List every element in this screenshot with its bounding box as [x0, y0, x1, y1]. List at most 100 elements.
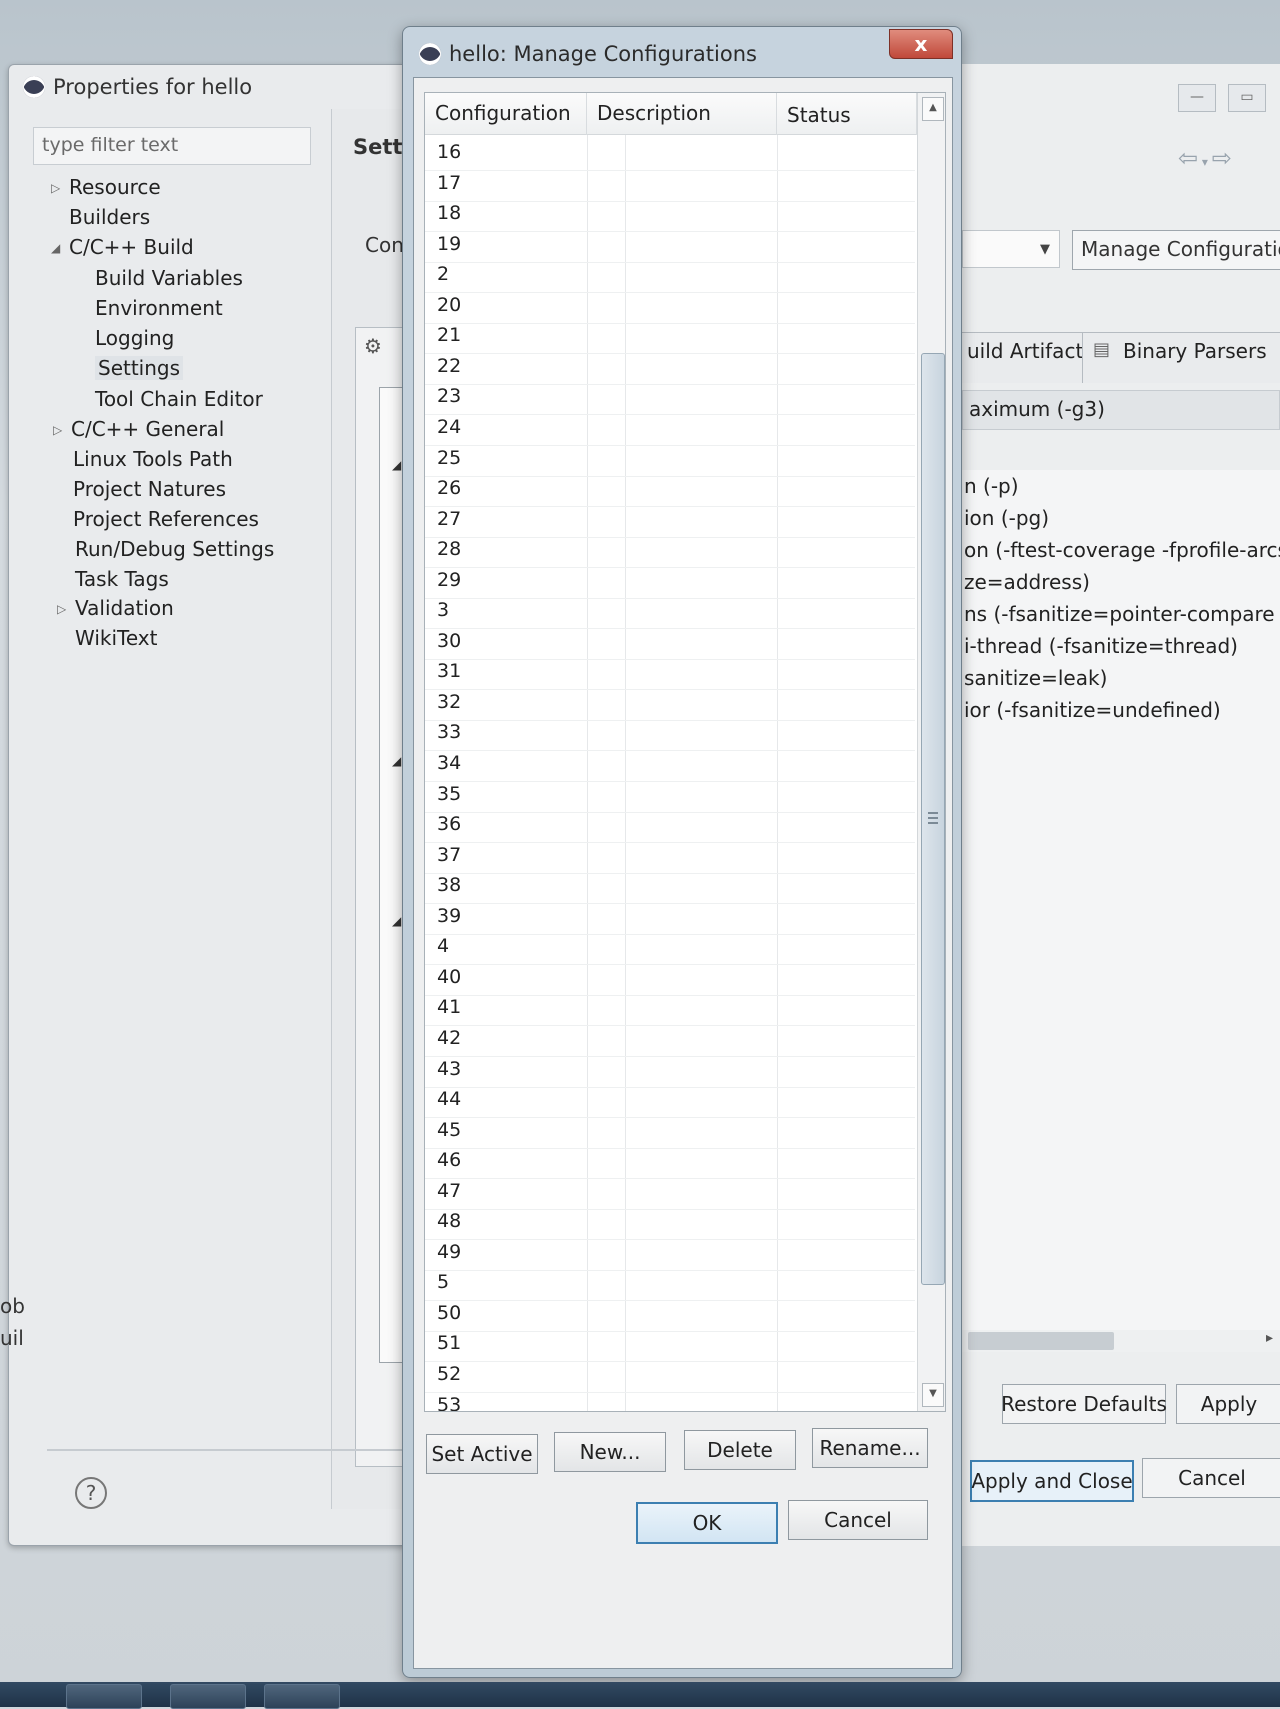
filter-input[interactable]: type filter text — [33, 127, 311, 165]
table-row[interactable]: 3 — [425, 595, 915, 630]
table-row[interactable]: 52 — [425, 1359, 915, 1393]
delete-button[interactable]: Delete — [684, 1430, 796, 1470]
debug-level-field[interactable]: aximum (-g3) — [962, 390, 1280, 430]
table-row[interactable]: 2 — [425, 259, 915, 294]
ok-button[interactable]: OK — [636, 1502, 778, 1544]
back-arrow-icon[interactable]: ⇦ — [1178, 144, 1198, 172]
table-row[interactable]: 28 — [425, 534, 915, 569]
table-row[interactable]: 36 — [425, 809, 915, 844]
tree-item[interactable]: Settings — [95, 356, 184, 380]
tree-item[interactable]: Project Natures — [73, 477, 226, 501]
table-row[interactable]: 33 — [425, 717, 915, 752]
table-row[interactable]: 38 — [425, 870, 915, 905]
table-row[interactable]: 24 — [425, 412, 915, 446]
tree-item[interactable]: Build Variables — [95, 266, 243, 290]
table-row[interactable]: 21 — [425, 320, 915, 355]
table-row[interactable]: 18 — [425, 198, 915, 233]
table-row[interactable]: 44 — [425, 1084, 915, 1119]
rename-button[interactable]: Rename... — [812, 1428, 928, 1468]
tab-build-artifact[interactable]: uild Artifact — [958, 332, 1096, 383]
table-row[interactable]: 48 — [425, 1206, 915, 1241]
sash-divider[interactable] — [331, 109, 332, 1509]
table-row[interactable]: 19 — [425, 229, 915, 263]
tree-item[interactable]: WikiText — [75, 626, 157, 650]
option-item[interactable]: n (-p) — [964, 474, 1019, 498]
help-icon[interactable]: ? — [75, 1477, 107, 1509]
manage-configurations-button[interactable]: Manage Configuratio — [1072, 230, 1280, 270]
expand-triangle-icon[interactable]: ◢ — [392, 754, 401, 768]
option-item[interactable]: on (-ftest-coverage -fprofile-arcs) — [964, 538, 1280, 562]
option-item[interactable]: ior (-fsanitize=undefined) — [964, 698, 1221, 722]
tree-item[interactable]: Logging — [95, 326, 174, 350]
table-row[interactable]: 27 — [425, 504, 915, 538]
dialog-cancel-button[interactable]: Cancel — [788, 1500, 928, 1540]
table-row[interactable]: 4 — [425, 931, 915, 966]
forward-arrow-icon[interactable]: ⇨ — [1212, 144, 1232, 172]
tree-item[interactable]: Task Tags — [75, 567, 169, 591]
taskbar-item[interactable] — [66, 1684, 142, 1709]
close-button[interactable]: x — [889, 29, 953, 59]
table-row[interactable]: 26 — [425, 473, 915, 508]
tree-item[interactable]: Run/Debug Settings — [75, 537, 274, 561]
tree-item[interactable]: Environment — [95, 296, 223, 320]
option-item[interactable]: ion (-pg) — [964, 506, 1049, 530]
option-item[interactable]: i-thread (-fsanitize=thread) — [964, 634, 1238, 658]
minimize-icon[interactable]: — — [1178, 84, 1216, 112]
properties-cancel-button[interactable]: Cancel — [1142, 1458, 1280, 1498]
set-active-button[interactable]: Set Active — [426, 1434, 538, 1474]
expanded-triangle-icon[interactable]: ◢ — [51, 241, 60, 255]
tree-item[interactable]: Project References — [73, 507, 259, 531]
taskbar-item[interactable] — [264, 1684, 340, 1709]
table-row[interactable]: 23 — [425, 381, 915, 416]
table-row[interactable]: 20 — [425, 290, 915, 324]
tree-item[interactable]: Tool Chain Editor — [95, 387, 263, 411]
history-dropdown-icon[interactable]: ▾ — [1198, 155, 1212, 169]
tree-item[interactable]: Linux Tools Path — [73, 447, 233, 471]
table-row[interactable]: 37 — [425, 840, 915, 874]
option-item[interactable]: ze=address) — [964, 570, 1090, 594]
table-row[interactable]: 42 — [425, 1023, 915, 1057]
tree-item[interactable]: C/C++ General — [71, 417, 224, 441]
restore-defaults-button[interactable]: Restore Defaults — [1001, 1384, 1167, 1424]
collapsed-triangle-icon[interactable]: ▷ — [57, 602, 66, 616]
vertical-scroll-thumb[interactable] — [921, 353, 945, 1285]
table-row[interactable]: 35 — [425, 779, 915, 813]
table-row[interactable]: 16 — [425, 137, 915, 171]
table-row[interactable]: 39 — [425, 901, 915, 935]
table-row[interactable]: 30 — [425, 626, 915, 660]
taskbar-item[interactable] — [170, 1684, 246, 1709]
tree-item[interactable]: C/C++ Build — [69, 235, 194, 259]
tab-binary-parsers[interactable]: ▤ Binary Parsers — [1082, 332, 1280, 383]
table-row[interactable]: 17 — [425, 168, 915, 202]
table-row[interactable]: 29 — [425, 565, 915, 599]
table-row[interactable]: 50 — [425, 1298, 915, 1332]
apply-and-close-button[interactable]: Apply and Close — [970, 1460, 1134, 1502]
tree-item[interactable]: Validation — [75, 596, 174, 620]
table-row[interactable]: 46 — [425, 1145, 915, 1180]
table-row[interactable]: 45 — [425, 1115, 915, 1149]
apply-button[interactable]: Apply — [1176, 1384, 1280, 1424]
column-header-description[interactable]: Description — [587, 93, 777, 135]
table-row[interactable]: 41 — [425, 992, 915, 1027]
vertical-scrollbar[interactable]: ▲ ▼ — [917, 93, 945, 1411]
chevron-down-icon[interactable]: ▼ — [1040, 242, 1050, 257]
new-button[interactable]: New... — [554, 1432, 666, 1472]
expand-triangle-icon[interactable]: ◢ — [392, 914, 401, 928]
scroll-down-icon[interactable]: ▼ — [922, 1383, 944, 1407]
table-row[interactable]: 47 — [425, 1176, 915, 1210]
scroll-right-icon[interactable]: ▸ — [1266, 1330, 1273, 1346]
table-row[interactable]: 5 — [425, 1267, 915, 1302]
column-header-status[interactable]: Status — [777, 93, 917, 135]
option-item[interactable]: sanitize=leak) — [964, 666, 1107, 690]
tree-item[interactable]: Resource — [69, 175, 161, 199]
table-row[interactable]: 22 — [425, 351, 915, 385]
table-row[interactable]: 34 — [425, 748, 915, 782]
table-row[interactable]: 43 — [425, 1054, 915, 1088]
horizontal-scroll-thumb[interactable] — [968, 1332, 1114, 1350]
table-row[interactable]: 25 — [425, 443, 915, 477]
tree-item[interactable]: Builders — [69, 205, 150, 229]
maximize-icon[interactable]: ▭ — [1228, 84, 1266, 112]
table-row[interactable]: 31 — [425, 656, 915, 691]
collapsed-triangle-icon[interactable]: ▷ — [51, 181, 60, 195]
table-row[interactable]: 53 — [425, 1390, 915, 1411]
